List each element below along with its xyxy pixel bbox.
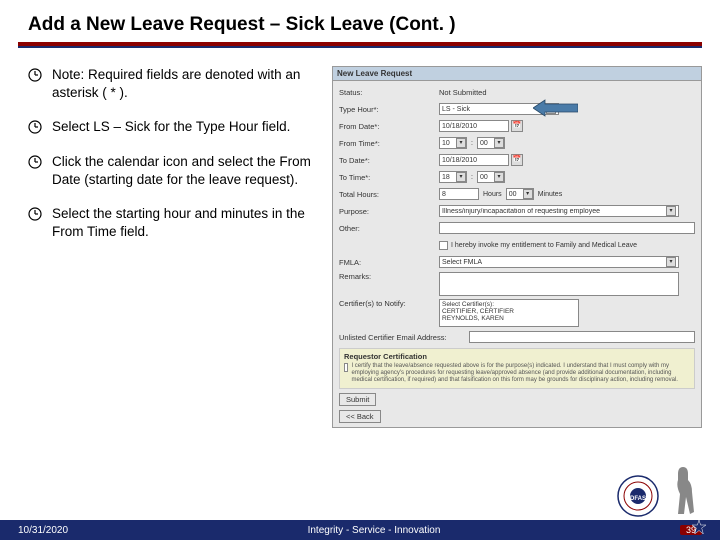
remarks-label: Remarks: (339, 272, 439, 281)
minutes-select[interactable]: 00▾ (506, 188, 534, 200)
fromdate-label: From Date*: (339, 122, 439, 131)
fmla-label: FMLA: (339, 258, 439, 267)
star-icon (692, 520, 706, 534)
chevron-down-icon: ▾ (494, 172, 504, 182)
svg-text:DFAS: DFAS (630, 496, 646, 502)
status-value: Not Submitted (439, 88, 487, 97)
entitlement-text: I hereby invoke my entitlement to Family… (451, 242, 637, 249)
certifier-option[interactable]: REYNOLDS, KAREN (442, 315, 576, 322)
certifier-option[interactable]: CERTIFIER, CERTIFIER (442, 308, 576, 315)
fromtime-hour-select[interactable]: 10▾ (439, 137, 467, 149)
todate-input[interactable]: 10/18/2010 (439, 154, 509, 166)
purpose-value: Illness/injury/incapacitation of request… (442, 208, 600, 215)
bullet-item: Select LS – Sick for the Type Hour field… (28, 118, 322, 136)
arrow-callout (533, 98, 578, 123)
certification-body: I certify that the leave/absence request… (351, 363, 690, 385)
other-label: Other: (339, 224, 439, 233)
panel-header: New Leave Request (333, 67, 701, 81)
totime-hour-select[interactable]: 18▾ (439, 171, 467, 183)
hours-text: Hours (483, 191, 502, 198)
purpose-select[interactable]: Illness/injury/incapacitation of request… (439, 205, 679, 217)
certification-title: Requestor Certification (344, 352, 690, 361)
logo-area: DFAS (616, 462, 702, 518)
unlisted-email-input[interactable] (469, 331, 695, 343)
instructions-column: Note: Required fields are denoted with a… (28, 66, 322, 428)
back-button[interactable]: << Back (339, 410, 381, 423)
chevron-down-icon: ▾ (666, 206, 676, 216)
fromdate-input[interactable]: 10/18/2010 (439, 120, 509, 132)
certification-block: Requestor Certification I certify that t… (339, 348, 695, 389)
entitlement-checkbox[interactable] (439, 241, 448, 250)
fromtime-label: From Time*: (339, 139, 439, 148)
footer-motto: Integrity - Service - Innovation (68, 525, 680, 536)
clock-icon (28, 120, 42, 136)
chevron-down-icon: ▾ (523, 189, 533, 199)
status-label: Status: (339, 88, 439, 97)
bullet-item: Click the calendar icon and select the F… (28, 153, 322, 189)
certification-checkbox[interactable] (344, 363, 348, 372)
bullet-item: Note: Required fields are denoted with a… (28, 66, 322, 102)
calendar-icon[interactable]: 📅 (511, 154, 523, 166)
clock-icon (28, 207, 42, 241)
leave-request-form: New Leave Request Status: Not Submitted … (332, 66, 702, 428)
certifier-label: Certifier(s) to Notify: (339, 299, 439, 308)
fromtime-min-select[interactable]: 00▾ (477, 137, 505, 149)
divider-blue (18, 46, 702, 48)
chevron-down-icon: ▾ (456, 138, 466, 148)
other-input[interactable] (439, 222, 695, 234)
remarks-textarea[interactable] (439, 272, 679, 296)
typehour-label: Type Hour*: (339, 105, 439, 114)
todate-label: To Date*: (339, 156, 439, 165)
chevron-down-icon: ▾ (666, 257, 676, 267)
chevron-down-icon: ▾ (456, 172, 466, 182)
calendar-icon[interactable]: 📅 (511, 120, 523, 132)
slide-title: Add a New Leave Request – Sick Leave (Co… (0, 0, 720, 42)
bullet-text: Note: Required fields are denoted with a… (52, 66, 322, 102)
certifier-listbox[interactable]: Select Certifier(s): CERTIFIER, CERTIFIE… (439, 299, 579, 327)
bullet-text: Click the calendar icon and select the F… (52, 153, 322, 189)
bullet-item: Select the starting hour and minutes in … (28, 205, 322, 241)
clock-icon (28, 68, 42, 102)
certifier-header: Select Certifier(s): (442, 301, 576, 308)
totalhours-input[interactable]: 8 (439, 188, 479, 200)
submit-button[interactable]: Submit (339, 393, 376, 406)
footer-date: 10/31/2020 (18, 525, 68, 536)
fmla-select[interactable]: Select FMLA ▾ (439, 256, 679, 268)
totalhours-label: Total Hours: (339, 190, 439, 199)
totime-label: To Time*: (339, 173, 439, 182)
purpose-label: Purpose: (339, 207, 439, 216)
typehour-value: LS - Sick (442, 106, 470, 113)
clock-icon (28, 155, 42, 189)
fmla-value: Select FMLA (442, 259, 482, 266)
chevron-down-icon: ▾ (494, 138, 504, 148)
minutes-text: Minutes (538, 191, 563, 198)
footer: 10/31/2020 Integrity - Service - Innovat… (0, 520, 720, 540)
soldier-silhouette-icon (664, 462, 702, 518)
bullet-text: Select LS – Sick for the Type Hour field… (52, 118, 290, 136)
bullet-text: Select the starting hour and minutes in … (52, 205, 322, 241)
seal-icon: DFAS (616, 474, 660, 518)
unlisted-email-label: Unlisted Certifier Email Address: (339, 333, 469, 342)
totime-min-select[interactable]: 00▾ (477, 171, 505, 183)
slide-number: 39 (680, 525, 702, 535)
